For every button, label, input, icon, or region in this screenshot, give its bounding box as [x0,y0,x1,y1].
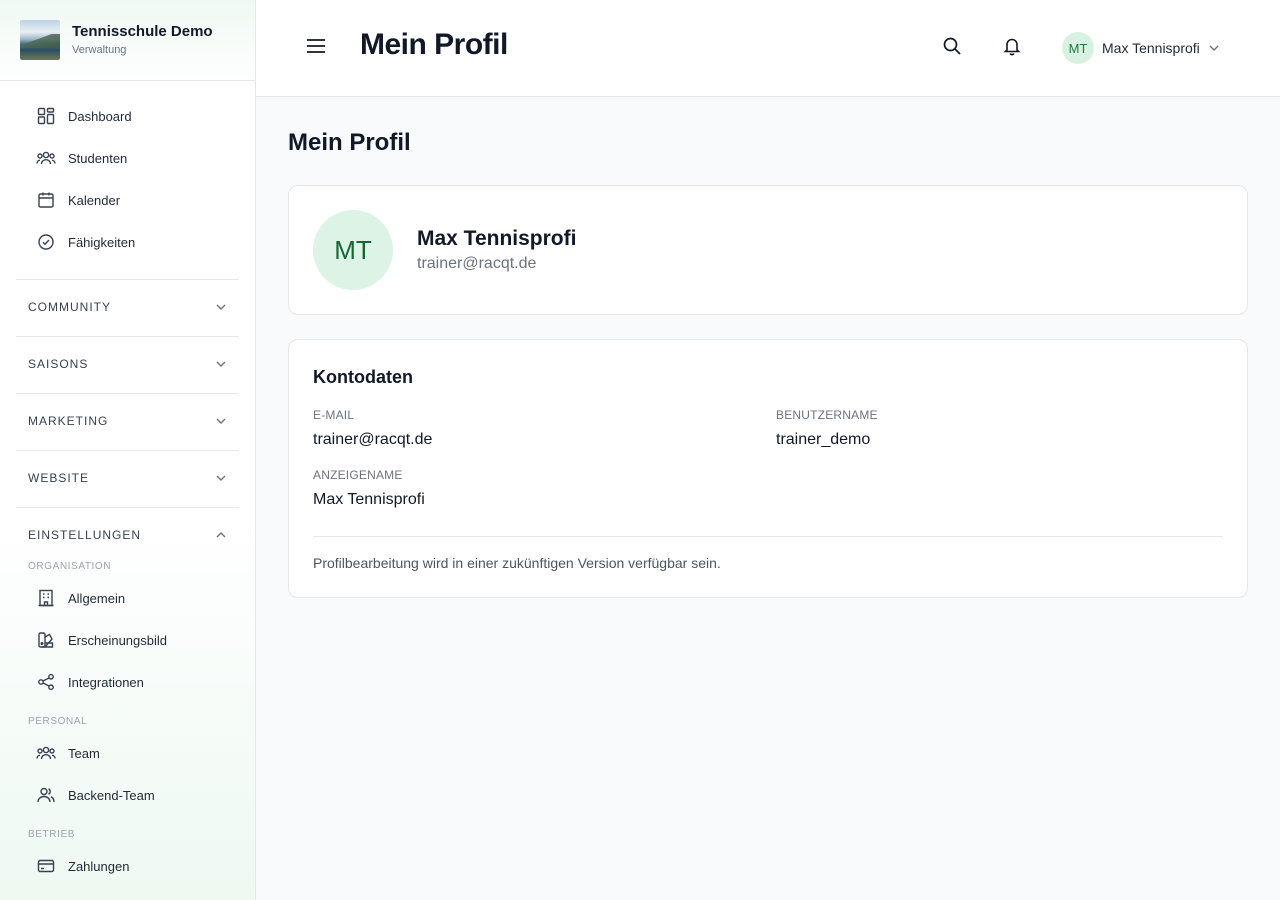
sidebar-item-label: Dashboard [68,108,132,124]
menu-toggle-button[interactable] [302,34,330,62]
email-label: E-MAIL [313,408,355,422]
chevron-down-icon [1208,39,1220,57]
brand-name: Tennisschule Demo [72,23,213,40]
sidebar-item-erscheinungsbild[interactable]: Erscheinungsbild [28,623,228,657]
bell-icon [1003,36,1021,61]
sidebar-item-studenten[interactable]: Studenten [28,141,228,175]
group-saisons[interactable]: SAISONS [16,346,239,382]
group-label: MARKETING [28,414,109,428]
group-label: EINSTELLUNGEN [28,528,142,542]
divider [16,507,239,508]
header-title: Mein Profil [360,28,508,61]
chevron-down-icon [215,355,227,373]
email-value: trainer@racqt.de [313,431,433,448]
section-label-personal: PERSONAL [28,716,88,727]
sidebar-item-label: Studenten [68,150,128,166]
brand[interactable]: Tennisschule Demo Verwaltung [0,0,255,81]
notifications-button[interactable] [998,34,1026,62]
sidebar-item-faehigkeiten[interactable]: Fähigkeiten [28,225,228,259]
user-menu[interactable]: MT Max Tennisprofi [1062,32,1220,64]
chevron-down-icon [215,412,227,430]
users-icon [36,743,56,763]
divider [313,536,1223,537]
sidebar-item-label: Kalender [68,192,121,208]
info-note: Profilbearbeitung wird in einer zukünfti… [313,555,721,571]
account-details-card: Kontodaten E-MAIL trainer@racqt.de BENUT… [288,339,1248,598]
calendar-icon [36,190,56,210]
sidebar-item-allgemein[interactable]: Allgemein [28,581,228,615]
group-label: WEBSITE [28,471,90,485]
chevron-down-icon [215,469,227,487]
section-label-betrieb: BETRIEB [28,829,75,840]
brand-subtitle: Verwaltung [72,44,127,56]
user-group-icon [36,785,56,805]
brand-logo [20,20,60,60]
search-icon [942,36,962,61]
display-name-label: ANZEIGENAME [313,468,403,482]
dashboard-icon [36,106,56,126]
username-value: trainer_demo [776,431,871,448]
sidebar-item-label: Allgemein [68,590,126,606]
group-community[interactable]: COMMUNITY [16,289,239,325]
chevron-up-icon [215,526,227,544]
users-icon [36,148,56,168]
sidebar-item-label: Integrationen [68,674,144,690]
sidebar-item-label: Zahlungen [68,858,130,874]
username-label: BENUTZERNAME [776,408,878,422]
divider [16,393,239,394]
avatar: MT [1062,32,1094,64]
profile-email: trainer@racqt.de [417,255,537,272]
sidebar: Tennisschule Demo Verwaltung Dashboard S… [0,0,256,900]
sidebar-item-zahlungen[interactable]: Zahlungen [28,849,228,883]
hamburger-icon [306,38,326,59]
divider [16,336,239,337]
group-marketing[interactable]: MARKETING [16,403,239,439]
sidebar-item-label: Fähigkeiten [68,234,136,250]
page-title: Mein Profil [288,129,411,156]
sidebar-item-label: Team [68,745,100,761]
display-name-value: Max Tennisprofi [313,491,425,508]
group-label: SAISONS [28,357,89,371]
section-label-organisation: ORGANISATION [28,561,112,572]
sidebar-item-integrationen[interactable]: Integrationen [28,665,228,699]
share-icon [36,672,56,692]
sidebar-item-backend-team[interactable]: Backend-Team [28,778,228,812]
sidebar-item-dashboard[interactable]: Dashboard [28,99,228,133]
profile-name: Max Tennisprofi [417,227,577,250]
sidebar-item-label: Erscheinungsbild [68,632,168,648]
section-title: Kontodaten [313,367,413,387]
user-name: Max Tennisprofi [1102,40,1200,56]
sidebar-item-team[interactable]: Team [28,736,228,770]
avatar: MT [313,210,393,290]
divider [16,279,239,280]
sidebar-item-kalender[interactable]: Kalender [28,183,228,217]
search-button[interactable] [938,34,966,62]
group-label: COMMUNITY [28,300,111,314]
group-website[interactable]: WEBSITE [16,460,239,496]
divider [16,450,239,451]
credit-card-icon [36,856,56,876]
palette-icon [36,630,56,650]
top-header: Mein Profil MT Max Tennisprofi [256,0,1280,97]
profile-card: MT Max Tennisprofi trainer@racqt.de [288,185,1248,315]
sidebar-item-label: Backend-Team [68,787,155,803]
group-einstellungen[interactable]: EINSTELLUNGEN [16,517,239,553]
building-icon [36,588,56,608]
chevron-down-icon [215,298,227,316]
check-badge-icon [36,232,56,252]
